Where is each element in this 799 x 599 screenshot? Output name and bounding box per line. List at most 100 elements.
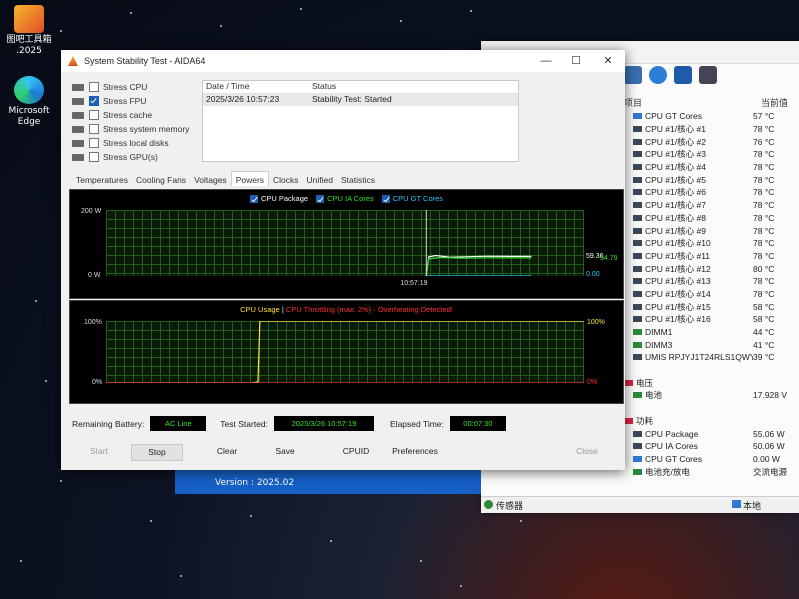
- sensor-row[interactable]: CPU #1/核心 #9 78 °C: [624, 224, 799, 237]
- desktop-icon-toolbox[interactable]: 图吧工具箱 .2025: [3, 5, 55, 57]
- sensor-name-cell: 电压: [624, 377, 753, 389]
- log-header: Date / Time Status: [203, 81, 518, 94]
- save-button[interactable]: Save: [260, 444, 310, 459]
- sensor-row[interactable]: UMIS RPJYJ1T24RLS1QWY 39 °C: [624, 351, 799, 364]
- tab-unified[interactable]: Unified: [303, 174, 337, 186]
- tab-powers[interactable]: Powers: [230, 171, 270, 186]
- sensor-row[interactable]: CPU #1/核心 #1 78 °C: [624, 123, 799, 136]
- legend-item[interactable]: CPU IA Cores: [316, 194, 374, 203]
- sensor-row[interactable]: CPU #1/核心 #12 80 °C: [624, 262, 799, 275]
- remaining-battery-label: Remaining Battery:: [72, 418, 145, 429]
- sensor-name-cell: CPU #1/核心 #11: [624, 250, 753, 262]
- chip-icon[interactable]: [699, 66, 717, 84]
- tab-cooling-fans[interactable]: Cooling Fans: [132, 174, 190, 186]
- preferences-button[interactable]: Preferences: [389, 444, 441, 459]
- computer-icon: [732, 500, 741, 508]
- sensor-row[interactable]: CPU #1/核心 #13 78 °C: [624, 275, 799, 288]
- sensor-name: CPU #1/核心 #1: [645, 124, 706, 135]
- sensor-row[interactable]: CPU #1/核心 #2 76 °C: [624, 135, 799, 148]
- clear-button[interactable]: Clear: [202, 444, 252, 459]
- close-button[interactable]: Close: [562, 444, 612, 459]
- database-icon[interactable]: [674, 66, 692, 84]
- stress-option[interactable]: Stress FPU: [72, 94, 192, 108]
- legend-checkbox[interactable]: [316, 194, 325, 203]
- series-line-cpu-usage: [106, 321, 584, 383]
- sensor-row[interactable]: CPU #1/核心 #14 78 °C: [624, 288, 799, 301]
- star: [420, 560, 422, 562]
- sensor-list[interactable]: CPU GT Cores 57 °C CPU #1/核心 #1 78 °C CPU #1…: [624, 110, 799, 478]
- minimize-button[interactable]: —: [531, 50, 561, 72]
- person-icon[interactable]: [624, 66, 642, 84]
- sensor-value: 78 °C: [753, 288, 775, 299]
- legend-item[interactable]: CPU Package: [249, 194, 308, 203]
- cpuid-button[interactable]: CPUID: [331, 444, 381, 459]
- tab-temperatures[interactable]: Temperatures: [72, 174, 132, 186]
- sensor-row[interactable]: CPU #1/核心 #5 78 °C: [624, 173, 799, 186]
- sensor-row[interactable]: CPU #1/核心 #6 78 °C: [624, 186, 799, 199]
- stress-checkbox[interactable]: [89, 96, 99, 106]
- start-button[interactable]: Start: [74, 444, 124, 459]
- sensor-row[interactable]: [624, 402, 799, 415]
- chip-icon: [633, 164, 642, 171]
- stress-checkbox[interactable]: [89, 110, 99, 120]
- sensor-value: 78 °C: [753, 124, 775, 135]
- sensor-row[interactable]: CPU #1/核心 #4 78 °C: [624, 161, 799, 174]
- chip-icon: [633, 265, 642, 272]
- sensor-row[interactable]: CPU #1/核心 #3 78 °C: [624, 148, 799, 161]
- sensor-name-cell: CPU #1/核心 #4: [624, 161, 753, 173]
- stress-checkbox[interactable]: [89, 82, 99, 92]
- y-top-label: 100%: [84, 319, 102, 326]
- sensor-row[interactable]: DIMM1 44 °C: [624, 326, 799, 339]
- sensor-name: CPU #1/核心 #7: [645, 200, 706, 211]
- star: [35, 300, 37, 302]
- sensor-row[interactable]: CPU IA Cores 50.06 W: [624, 440, 799, 453]
- toolbox-app-icon: [14, 5, 44, 33]
- sensor-row[interactable]: [624, 364, 799, 377]
- legend-item[interactable]: CPU GT Cores: [381, 194, 443, 203]
- tab-clocks[interactable]: Clocks: [269, 174, 303, 186]
- sensor-row[interactable]: CPU GT Cores 57 °C: [624, 110, 799, 123]
- sensor-row[interactable]: CPU #1/核心 #8 78 °C: [624, 212, 799, 225]
- stress-option[interactable]: Stress system memory: [72, 122, 192, 136]
- stress-option[interactable]: Stress GPU(s): [72, 150, 192, 164]
- maximize-button[interactable]: ☐: [561, 50, 591, 72]
- stress-checkbox[interactable]: [89, 138, 99, 148]
- stress-option[interactable]: Stress CPU: [72, 80, 192, 94]
- sensor-row[interactable]: DIMM3 41 °C: [624, 338, 799, 351]
- chip-icon: [633, 443, 642, 450]
- tab-voltages[interactable]: Voltages: [190, 174, 231, 186]
- legend-cpu-throttling: CPU Throttling (max: 2%) - Overheating D…: [285, 305, 453, 314]
- chip-icon: [633, 214, 642, 221]
- sensor-row[interactable]: CPU #1/核心 #10 78 °C: [624, 237, 799, 250]
- sensor-row[interactable]: CPU Package 55.06 W: [624, 427, 799, 440]
- stress-option[interactable]: Stress local disks: [72, 136, 192, 150]
- close-window-button[interactable]: ✕: [593, 50, 623, 72]
- globe-icon[interactable]: [649, 66, 667, 84]
- power-plot-area: [106, 210, 584, 276]
- sensor-row[interactable]: CPU #1/核心 #15 58 °C: [624, 300, 799, 313]
- sensor-row[interactable]: 电池 17.928 V: [624, 389, 799, 402]
- chip-icon: [633, 151, 642, 158]
- tab-statistics[interactable]: Statistics: [337, 174, 379, 186]
- sensor-row[interactable]: 电压: [624, 376, 799, 389]
- sensor-row[interactable]: CPU #1/核心 #11 78 °C: [624, 250, 799, 263]
- sensor-row[interactable]: CPU #1/核心 #7 78 °C: [624, 199, 799, 212]
- sensor-name: UMIS RPJYJ1T24RLS1QWY: [645, 352, 753, 363]
- status-log[interactable]: Date / Time Status 2025/3/26 10:57:23 St…: [202, 80, 519, 162]
- legend-checkbox[interactable]: [381, 194, 390, 203]
- sensor-row[interactable]: 功耗: [624, 415, 799, 428]
- log-row[interactable]: 2025/3/26 10:57:23 Stability Test: Start…: [203, 94, 518, 106]
- legend-checkbox[interactable]: [249, 194, 258, 203]
- legend-label: CPU IA Cores: [327, 194, 374, 203]
- sensor-row[interactable]: CPU GT Cores 0.00 W: [624, 453, 799, 466]
- desktop-icon-edge[interactable]: Microsoft Edge: [3, 76, 55, 128]
- sensor-row[interactable]: CPU #1/核心 #16 58 °C: [624, 313, 799, 326]
- sensor-group-icon: [624, 379, 633, 386]
- memory-icon: [633, 468, 642, 475]
- stress-option[interactable]: Stress cache: [72, 108, 192, 122]
- window-titlebar[interactable]: System Stability Test - AIDA64 — ☐ ✕: [61, 50, 625, 72]
- stress-checkbox[interactable]: [89, 124, 99, 134]
- stress-checkbox[interactable]: [89, 152, 99, 162]
- sensor-row[interactable]: 电池充/放电 交流电源: [624, 465, 799, 478]
- stop-button[interactable]: Stop: [131, 444, 183, 461]
